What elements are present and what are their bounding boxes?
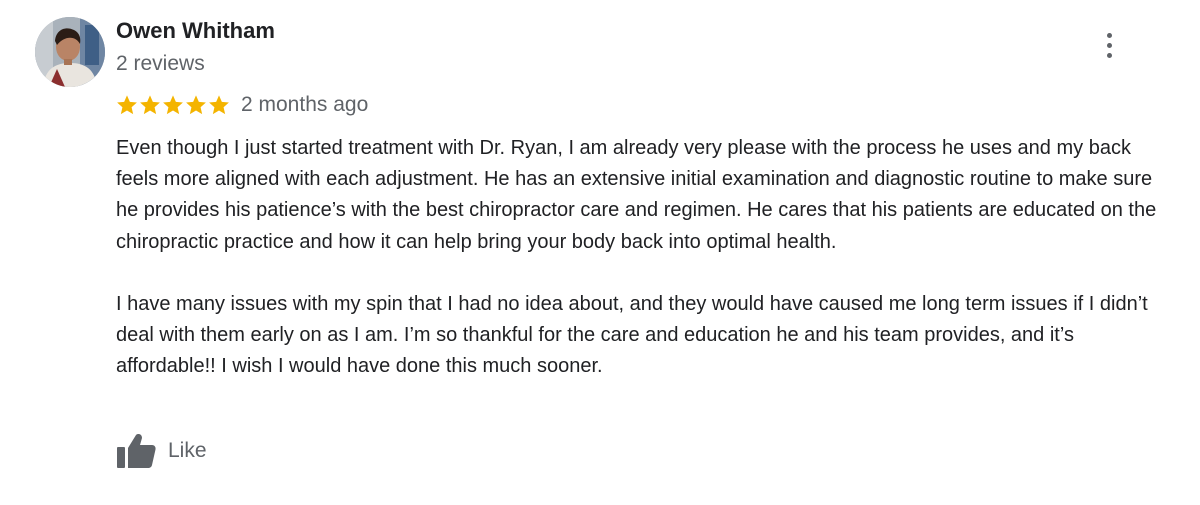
review-text: Even though I just started treatment wit… bbox=[116, 133, 1176, 382]
review-card: Owen Whitham 2 reviews 2 months ago Even… bbox=[0, 0, 1200, 505]
more-vertical-icon bbox=[1106, 52, 1112, 58]
review-paragraph: I have many issues with my spin that I h… bbox=[116, 292, 1148, 378]
review-date: 2 months ago bbox=[241, 93, 369, 116]
avatar-photo bbox=[35, 17, 105, 87]
more-options-button[interactable] bbox=[1094, 28, 1124, 62]
star-icon bbox=[117, 95, 137, 115]
like-label: Like bbox=[168, 439, 207, 462]
rating-row: 2 months ago bbox=[116, 91, 368, 119]
star-icon bbox=[163, 95, 183, 115]
more-vertical-icon bbox=[1106, 42, 1112, 48]
star-icon bbox=[140, 95, 160, 115]
star-icon bbox=[186, 95, 206, 115]
star-rating bbox=[116, 94, 230, 116]
reviewer-avatar[interactable] bbox=[35, 17, 105, 87]
reviewer-name[interactable]: Owen Whitham bbox=[116, 17, 275, 45]
review-paragraph: Even though I just started treatment wit… bbox=[116, 137, 1157, 253]
thumbs-up-icon bbox=[117, 434, 156, 468]
more-vertical-icon bbox=[1106, 32, 1112, 38]
star-icon bbox=[209, 95, 229, 115]
reviewer-review-count[interactable]: 2 reviews bbox=[116, 50, 205, 78]
like-button[interactable]: Like bbox=[116, 432, 207, 470]
